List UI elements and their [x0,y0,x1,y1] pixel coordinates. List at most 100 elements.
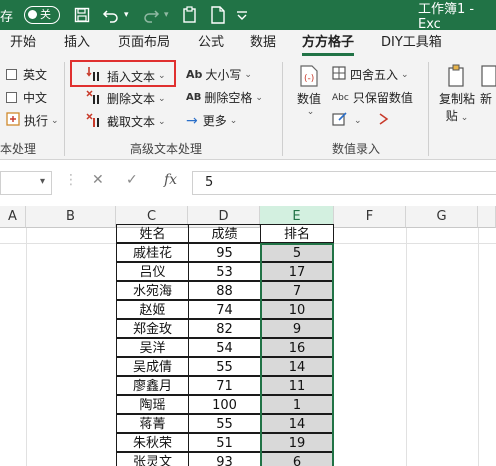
options-icon [378,112,390,129]
cell-score[interactable]: 51 [188,433,261,452]
new-label: 新 [480,92,493,106]
cell-score[interactable]: 54 [188,338,261,357]
column-header-f[interactable]: F [334,206,406,228]
case-icon: Ab [186,68,203,81]
header-cell-name[interactable]: 姓名 [116,224,189,243]
cell-score[interactable]: 88 [188,281,261,300]
column-header-partial[interactable] [478,206,496,228]
numeric-value-button[interactable]: (-) 数值 ⌄ [290,64,328,117]
chinese-checkbox[interactable]: 中文 [6,89,47,106]
cell-name[interactable]: 赵姬 [116,300,189,319]
cell-score[interactable]: 95 [188,243,261,262]
execute-label: 执行 [24,114,49,128]
copy-paste-label-line2: 贴 ⌄ [445,109,469,123]
insert-text-highlight-box [70,60,176,87]
extract-text-button[interactable]: 截取文本 ⌄ [86,112,166,131]
window-title: 工作簿1 - Exc [418,2,475,32]
chevron-down-icon: ⌄ [158,93,166,104]
tab-home[interactable]: 开始 [10,30,36,56]
arrow-right-icon: → [186,112,198,129]
cell-name[interactable]: 郑金玫 [116,319,189,338]
column-header-b[interactable]: B [26,206,116,228]
delete-text-label: 删除文本 [107,92,156,106]
chevron-down-icon[interactable]: ▾ [40,176,45,187]
enter-icon[interactable]: ✓ [126,172,138,188]
tab-data[interactable]: 数据 [250,30,276,56]
cell-score[interactable]: 55 [188,414,261,433]
cell-name[interactable]: 水宛海 [116,281,189,300]
tab-insert[interactable]: 插入 [64,30,90,56]
tab-fangfang[interactable]: 方方格子 [302,30,355,56]
cell-name[interactable]: 吴洋 [116,338,189,357]
delete-text-button[interactable]: 删除文本 ⌄ [86,89,166,108]
delete-space-icon: AB [186,92,202,103]
case-button[interactable]: Ab 大小写 ⌄ [186,66,252,83]
round-icon [332,66,346,83]
cell-score[interactable]: 55 [188,357,261,376]
cell-name[interactable]: 张灵文 [116,452,189,466]
cell-score[interactable]: 100 [188,395,261,414]
keep-numeric-button[interactable]: Abc 只保留数值 [332,89,413,106]
more-button[interactable]: → 更多 ⌄ [186,112,237,129]
new-button[interactable]: 新 [480,64,496,107]
chevron-down-icon: ⌄ [354,115,362,126]
quick-access-more-icon[interactable] [236,0,248,30]
paste-format-icon[interactable] [182,0,198,30]
undo-icon[interactable] [102,0,120,30]
cell-score[interactable]: 74 [188,300,261,319]
numeric-edit-button[interactable]: ⌄ [332,112,362,129]
undo-dropdown-icon[interactable]: ▾ [124,0,129,30]
cell-score[interactable]: 82 [188,319,261,338]
tab-page-layout[interactable]: 页面布局 [118,30,170,56]
checkbox-box [6,69,17,80]
cell-name[interactable]: 朱秋荣 [116,433,189,452]
tab-formulas[interactable]: 公式 [198,30,224,56]
cell-score[interactable]: 53 [188,262,261,281]
numeric-options-button[interactable] [378,112,390,129]
english-checkbox[interactable]: 英文 [6,66,47,83]
round-button[interactable]: 四舍五入 ⌄ [332,66,409,83]
numeric-value-label: 数值 [296,92,321,106]
group-divider [64,62,65,156]
more-label: 更多 [202,114,227,128]
toggle-knob [28,10,37,19]
save-icon[interactable] [74,0,90,30]
extract-text-icon [86,112,102,131]
column-header-a[interactable]: A [0,206,26,228]
group-numeric-entry-label: 数值录入 [332,142,381,156]
numeric-value-icon: (-) [290,64,328,90]
cancel-icon[interactable]: ✕ [92,172,104,188]
execute-button[interactable]: 执行 ⌄ [6,112,59,129]
header-cell-rank[interactable]: 排名 [260,224,334,243]
group-divider [428,62,429,156]
cell-name[interactable]: 戚桂花 [116,243,189,262]
column-header-g[interactable]: G [406,206,478,228]
cell-name[interactable]: 吕仪 [116,262,189,281]
group-text-processing-label: 本处理 [0,142,37,156]
autosave-toggle[interactable]: 关 [24,6,60,24]
chevron-down-icon: ⌄ [51,115,59,126]
cell-score[interactable]: 71 [188,376,261,395]
insert-function-icon[interactable]: fx [164,172,177,188]
title-bar: 存 关 ▾ ▾ 工作簿1 - Exc [0,0,496,32]
copy-paste-button[interactable]: 复制粘 贴 ⌄ [438,64,476,124]
group-divider [282,62,283,156]
name-box[interactable]: ▾ [0,171,52,195]
delete-space-button[interactable]: AB 删除空格 ⌄ [186,89,263,106]
cell-name[interactable]: 廖鑫月 [116,376,189,395]
copy-paste-label: 复制粘 [438,92,475,106]
formula-input[interactable]: 5 [192,171,496,195]
cell-name[interactable]: 蒋菁 [116,414,189,433]
formula-bar-resize-icon[interactable]: ⋮ [64,172,78,188]
cell-name[interactable]: 吴成倩 [116,357,189,376]
tab-diy-toolbox[interactable]: DIY工具箱 [381,30,442,56]
cell-score[interactable]: 93 [188,452,261,466]
chevron-down-icon: ⌄ [229,115,238,126]
redo-icon[interactable] [142,0,160,30]
redo-dropdown-icon[interactable]: ▾ [164,0,169,30]
toggle-text: 关 [40,8,51,21]
document-icon[interactable] [210,0,226,30]
cell-name[interactable]: 陶瑶 [116,395,189,414]
extract-text-label: 截取文本 [107,115,156,129]
header-cell-score[interactable]: 成绩 [188,224,261,243]
